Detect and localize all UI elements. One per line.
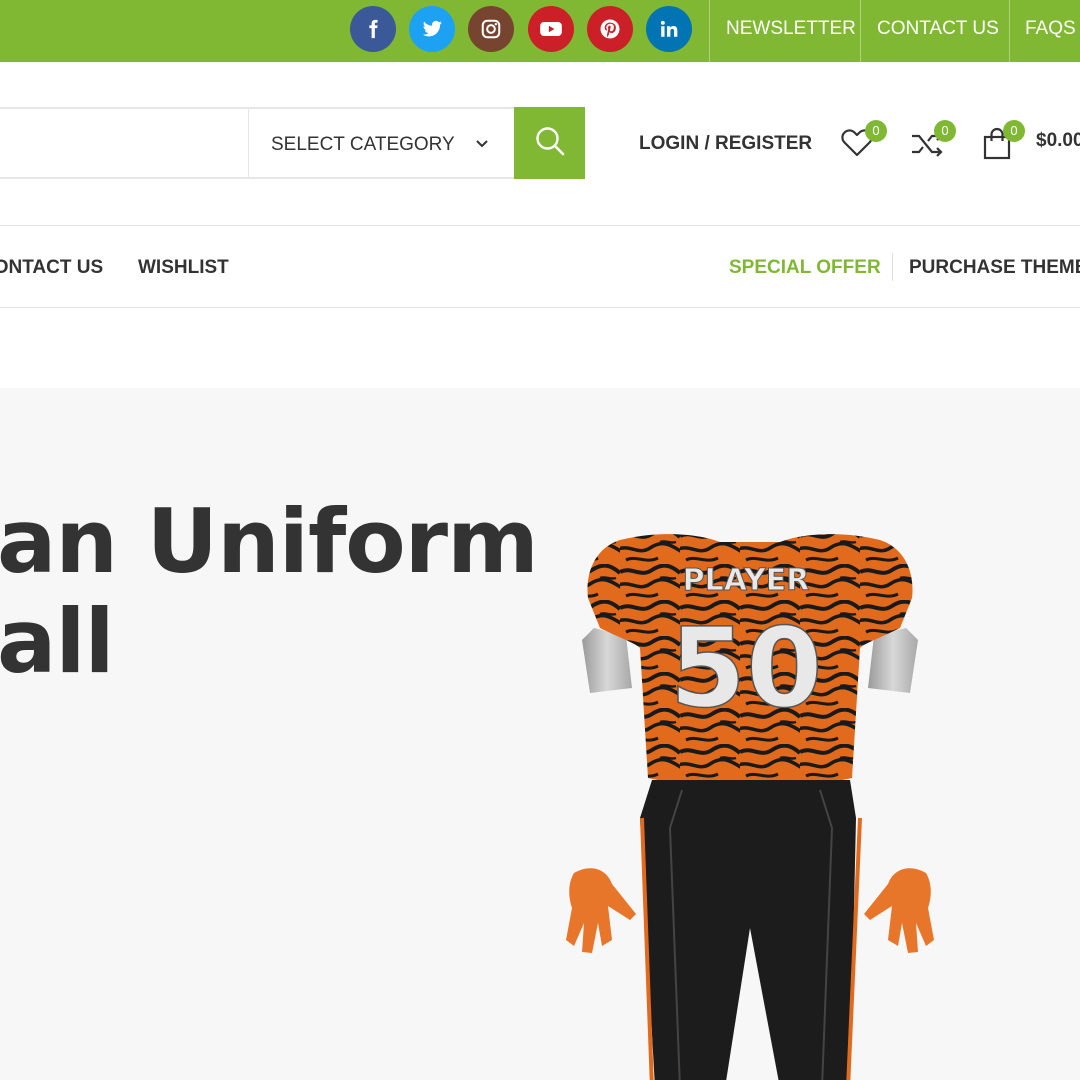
nav-divider bbox=[892, 253, 893, 281]
category-select-label: SELECT CATEGORY bbox=[271, 134, 455, 155]
hero-title-line-2: all bbox=[0, 590, 115, 693]
chevron-down-icon bbox=[475, 137, 489, 155]
topbar-divider bbox=[860, 0, 861, 62]
login-register-link[interactable]: LOGIN / REGISTER bbox=[639, 128, 812, 160]
instagram-icon[interactable] bbox=[468, 6, 514, 52]
search-icon bbox=[534, 125, 566, 162]
topbar-divider bbox=[709, 0, 710, 62]
hero-title: an Uniform all bbox=[0, 496, 539, 693]
header-divider bbox=[0, 225, 1080, 226]
youtube-icon[interactable] bbox=[528, 6, 574, 52]
topbar-link-newsletter[interactable]: NEWSLETTER bbox=[726, 0, 856, 58]
cart-total[interactable]: $0.00 bbox=[1036, 130, 1080, 152]
nav-item-purchase-theme[interactable]: PURCHASE THEME bbox=[909, 252, 1080, 284]
pinterest-icon[interactable] bbox=[587, 6, 633, 52]
nav-item-contact-us[interactable]: CONTACT US bbox=[0, 252, 103, 284]
top-bar: NEWSLETTER CONTACT US FAQS bbox=[0, 0, 1080, 62]
cart-count-badge: 0 bbox=[1003, 120, 1025, 142]
nav-divider-line bbox=[0, 307, 1080, 308]
facebook-icon[interactable] bbox=[350, 6, 396, 52]
nav-item-wishlist[interactable]: WISHLIST bbox=[138, 252, 229, 284]
search-form: SELECT CATEGORY bbox=[0, 107, 515, 179]
hero-banner: an Uniform all PLAYER 50 bbox=[0, 388, 1080, 1080]
hero-title-line-1: an Uniform bbox=[0, 490, 539, 593]
wishlist-button[interactable]: 0 bbox=[840, 120, 890, 163]
compare-button[interactable]: 0 bbox=[910, 120, 960, 163]
topbar-link-faqs[interactable]: FAQS bbox=[1025, 0, 1076, 58]
jersey-number: 50 bbox=[669, 604, 822, 732]
nav-item-special-offer[interactable]: SPECIAL OFFER bbox=[729, 252, 881, 284]
topbar-divider bbox=[1009, 0, 1010, 62]
jersey-name: PLAYER bbox=[683, 563, 810, 598]
category-select[interactable]: SELECT CATEGORY bbox=[249, 109, 515, 177]
football-uniform-image: PLAYER 50 bbox=[560, 528, 940, 1080]
search-input[interactable] bbox=[0, 109, 248, 177]
linkedin-icon[interactable] bbox=[646, 6, 692, 52]
compare-count-badge: 0 bbox=[934, 120, 956, 142]
wishlist-count-badge: 0 bbox=[865, 120, 887, 142]
search-button[interactable] bbox=[514, 107, 585, 179]
twitter-icon[interactable] bbox=[409, 6, 455, 52]
topbar-link-contact-us[interactable]: CONTACT US bbox=[877, 0, 999, 58]
cart-button[interactable]: 0 bbox=[982, 120, 1025, 163]
